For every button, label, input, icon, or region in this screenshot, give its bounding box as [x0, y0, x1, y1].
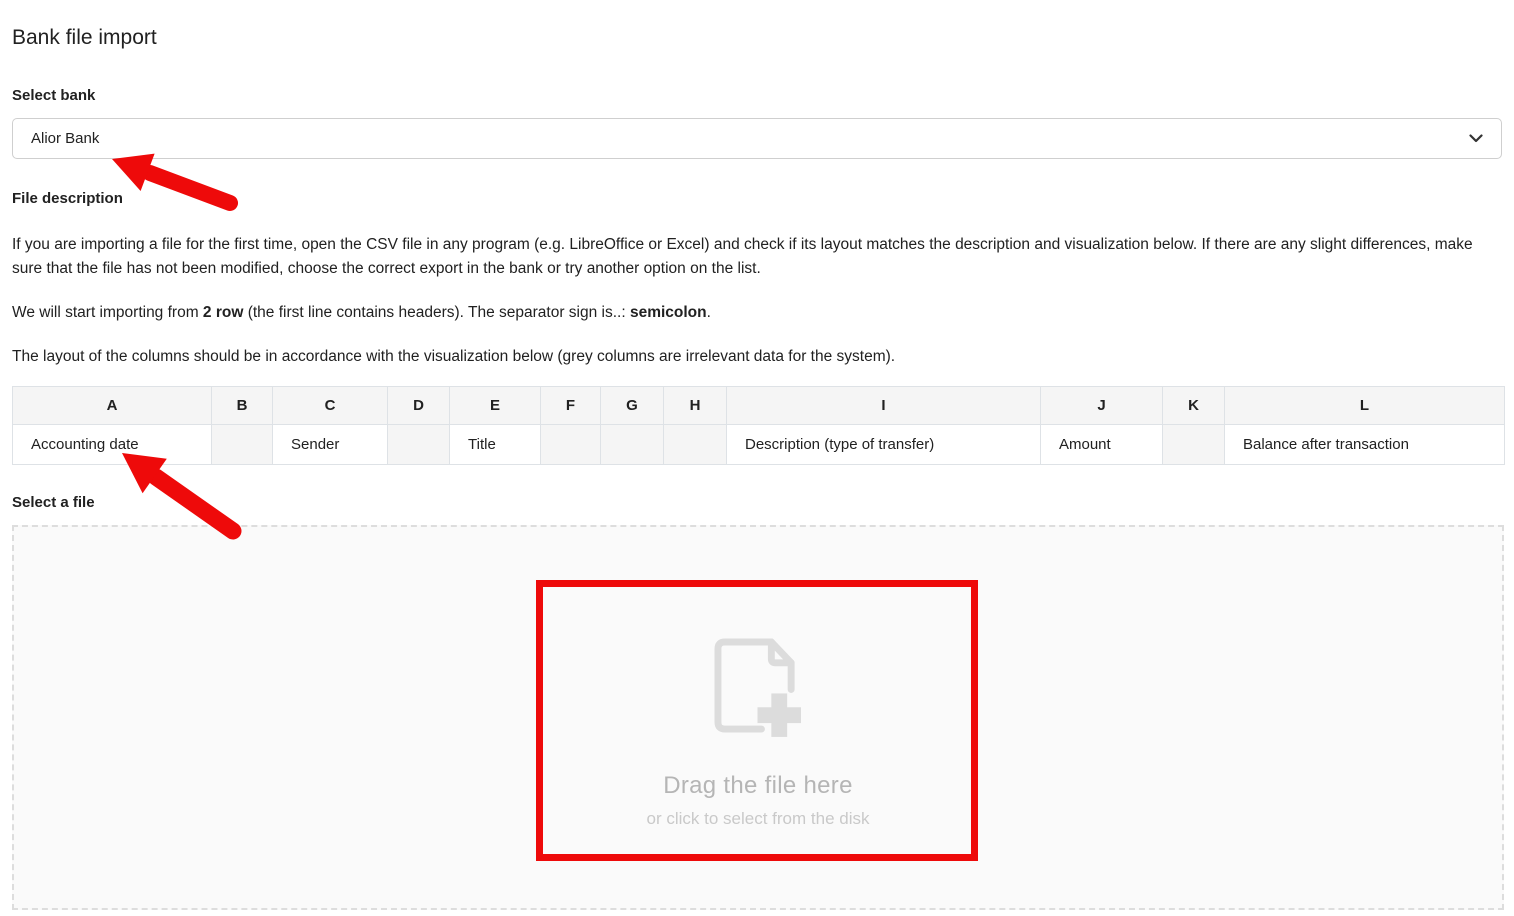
cell-irrelevant-b [212, 425, 273, 465]
column-header-e: E [450, 387, 541, 425]
dropzone-title: Drag the file here [663, 772, 853, 800]
cell-sender: Sender [273, 425, 388, 465]
chevron-down-icon [1469, 130, 1483, 147]
table-header-row: A B C D E F G H I J K L [13, 387, 1505, 425]
import-instructions-text: If you are importing a file for the firs… [12, 233, 1502, 281]
cell-accounting-date: Accounting date [13, 425, 212, 465]
column-header-c: C [273, 387, 388, 425]
select-bank-label: Select bank [12, 87, 1502, 104]
cell-irrelevant-k [1163, 425, 1225, 465]
cell-description: Description (type of transfer) [727, 425, 1041, 465]
table-data-row: Accounting date Sender Title Description… [13, 425, 1505, 465]
bank-select[interactable]: Alior Bank [12, 118, 1502, 159]
column-header-g: G [601, 387, 664, 425]
column-header-i: I [727, 387, 1041, 425]
cell-balance: Balance after transaction [1225, 425, 1505, 465]
select-file-label: Select a file [12, 494, 1502, 511]
cell-amount: Amount [1041, 425, 1163, 465]
page-title: Bank file import [12, 26, 1502, 50]
separator-value: semicolon [630, 304, 707, 321]
bank-import-page: Bank file import Select bank Alior Bank … [0, 26, 1514, 910]
column-header-d: D [388, 387, 450, 425]
column-header-l: L [1225, 387, 1505, 425]
column-layout-table: A B C D E F G H I J K L Accounting date … [12, 386, 1505, 465]
cell-irrelevant-g [601, 425, 664, 465]
cell-irrelevant-f [541, 425, 601, 465]
cell-title: Title [450, 425, 541, 465]
file-description-label: File description [12, 190, 1502, 207]
dropzone-subtitle: or click to select from the disk [647, 809, 870, 829]
column-header-f: F [541, 387, 601, 425]
column-header-k: K [1163, 387, 1225, 425]
cell-irrelevant-h [664, 425, 727, 465]
column-layout-text: The layout of the columns should be in a… [12, 345, 1502, 369]
column-header-a: A [13, 387, 212, 425]
cell-irrelevant-d [388, 425, 450, 465]
bank-select-value: Alior Bank [31, 130, 99, 147]
column-header-j: J [1041, 387, 1163, 425]
column-header-h: H [664, 387, 727, 425]
import-start-row-text: We will start importing from 2 row (the … [12, 301, 1502, 325]
file-dropzone[interactable]: Drag the file here or click to select fr… [12, 525, 1504, 910]
start-row-value: 2 row [203, 304, 243, 321]
column-header-b: B [212, 387, 273, 425]
file-plus-icon [714, 638, 803, 742]
